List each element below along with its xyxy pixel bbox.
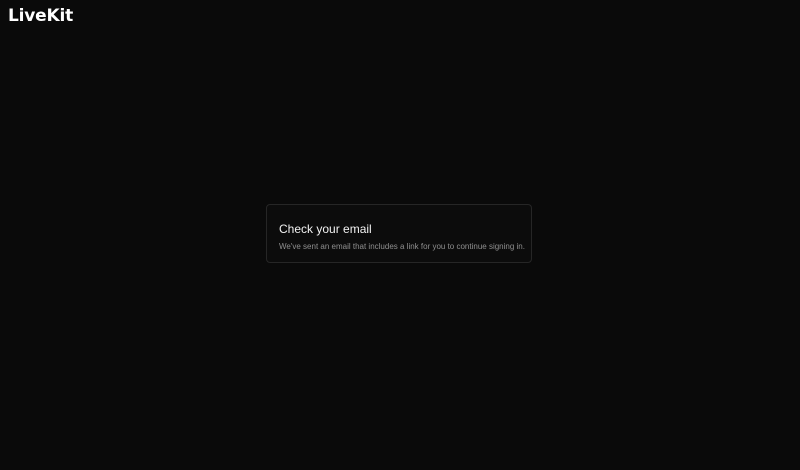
check-email-card: Check your email We've sent an email tha… bbox=[266, 204, 532, 263]
page: LiveKit Check your email We've sent an e… bbox=[0, 0, 800, 470]
card-message: We've sent an email that includes a link… bbox=[279, 242, 525, 251]
livekit-logo[interactable]: LiveKit bbox=[8, 6, 73, 26]
card-title: Check your email bbox=[279, 222, 372, 236]
